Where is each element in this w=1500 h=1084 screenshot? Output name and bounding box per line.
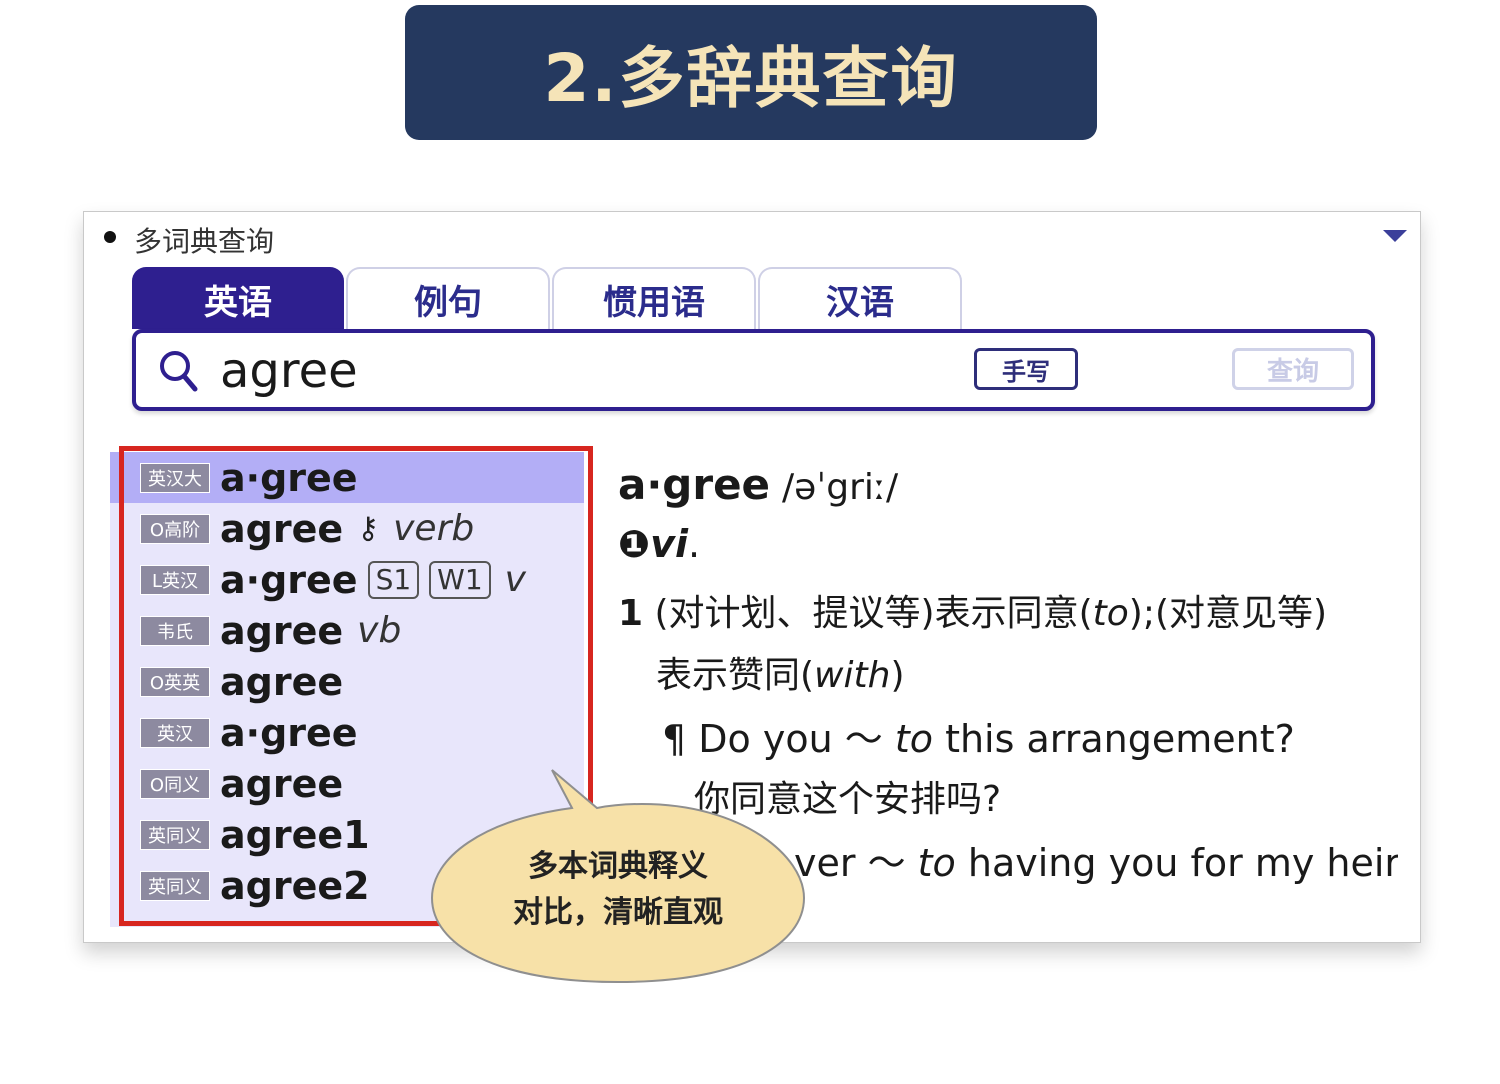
dictionary-badge: O同义: [140, 768, 210, 799]
frequency-tag: S1: [367, 560, 420, 599]
list-item[interactable]: 英汉大 a·gree: [110, 452, 584, 503]
callout-text: 多本词典释义 对比，清晰直观: [432, 844, 804, 936]
query-button[interactable]: 查询: [1232, 348, 1354, 390]
handwrite-button[interactable]: 手写: [974, 348, 1078, 390]
example-line: ver ～ to having you for my heir: [794, 832, 1398, 887]
dictionary-badge: O高阶: [140, 513, 210, 544]
banner-title: 2.多辞典查询: [543, 39, 959, 117]
example-text: to: [917, 841, 956, 885]
sense-text: 表示赞同(: [656, 655, 815, 696]
dictionary-badge: 英同义: [140, 870, 210, 901]
sense-line: 1 (对计划、提议等)表示同意(to);(对意见等): [618, 584, 1327, 636]
sense-text: ): [890, 655, 905, 696]
headword: agree: [220, 608, 344, 653]
callout-bubble: 多本词典释义 对比，清晰直观: [430, 769, 806, 992]
definition-header: a·gree/əˈgriː/: [618, 460, 898, 509]
dictionary-badge: L英汉: [140, 564, 210, 595]
part-of-speech: v: [504, 559, 526, 600]
sense-text: to: [1092, 593, 1129, 634]
chevron-down-icon[interactable]: [1383, 230, 1407, 242]
headword: a·gree: [220, 557, 358, 602]
list-item[interactable]: O高阶 agree ⚷ verb: [110, 503, 584, 554]
key-icon: ⚷: [357, 511, 380, 546]
window-header: 多词典查询: [84, 212, 1420, 264]
headword: a·gree: [220, 710, 358, 755]
tab-examples[interactable]: 例句: [346, 267, 550, 329]
sense-text: with: [814, 655, 891, 696]
list-item[interactable]: L英汉 a·gree S1 W1 v: [110, 554, 584, 605]
definition-headword: a·gree: [618, 460, 771, 509]
tab-chinese[interactable]: 汉语: [758, 267, 962, 329]
part-of-speech: vi: [650, 522, 688, 566]
dictionary-badge: 英同义: [140, 819, 210, 850]
dictionary-badge: O英英: [140, 666, 210, 697]
search-input[interactable]: [218, 339, 922, 403]
sense-text: );(对意见等): [1128, 593, 1328, 634]
example-line: ¶ Do you ～ to this arrangement?: [662, 708, 1295, 763]
headword: agree: [220, 659, 344, 704]
sense-number: 1: [618, 593, 644, 634]
part-of-speech: vb: [357, 610, 402, 651]
example-text: this arrangement?: [932, 717, 1295, 761]
dictionary-badge: 英汉: [140, 717, 210, 748]
tab-english[interactable]: 英语: [132, 267, 344, 329]
list-item[interactable]: O英英 agree: [110, 656, 584, 707]
sense-line: 表示赞同(with): [656, 646, 904, 698]
callout-line-1: 多本词典释义: [528, 849, 708, 884]
callout-line-2: 对比，清晰直观: [513, 895, 723, 930]
frequency-tag: W1: [429, 560, 491, 599]
example-text: ¶ Do you ～: [662, 717, 895, 761]
part-of-speech: verb: [393, 508, 475, 549]
bullet-icon: [104, 231, 116, 243]
tab-bar: 英语 例句 惯用语 汉语: [132, 267, 964, 331]
headword: agree: [220, 761, 344, 806]
headword: a·gree: [220, 455, 358, 500]
pronunciation: /əˈgriː/: [782, 467, 899, 508]
dictionary-badge: 韦氏: [140, 615, 210, 646]
dictionary-badge: 英汉大: [140, 462, 210, 493]
search-bar: 手写 查询: [132, 329, 1375, 411]
headword: agree: [220, 506, 344, 551]
window-title: 多词典查询: [134, 225, 275, 258]
example-text: having you for my heir: [955, 841, 1398, 885]
search-icon: [160, 351, 198, 392]
example-text: to: [894, 717, 933, 761]
sense-marker: ❶: [618, 522, 651, 566]
sense-text: (对计划、提议等)表示同意(: [654, 593, 1093, 634]
sense-marker-line: ❶vi.: [618, 522, 701, 566]
list-item[interactable]: 韦氏 agree vb: [110, 605, 584, 656]
tab-idioms[interactable]: 惯用语: [552, 267, 756, 329]
header-banner: 2.多辞典查询: [405, 5, 1097, 140]
list-item[interactable]: 英汉 a·gree: [110, 707, 584, 758]
headword: agree1: [220, 812, 370, 857]
headword: agree2: [220, 863, 370, 908]
